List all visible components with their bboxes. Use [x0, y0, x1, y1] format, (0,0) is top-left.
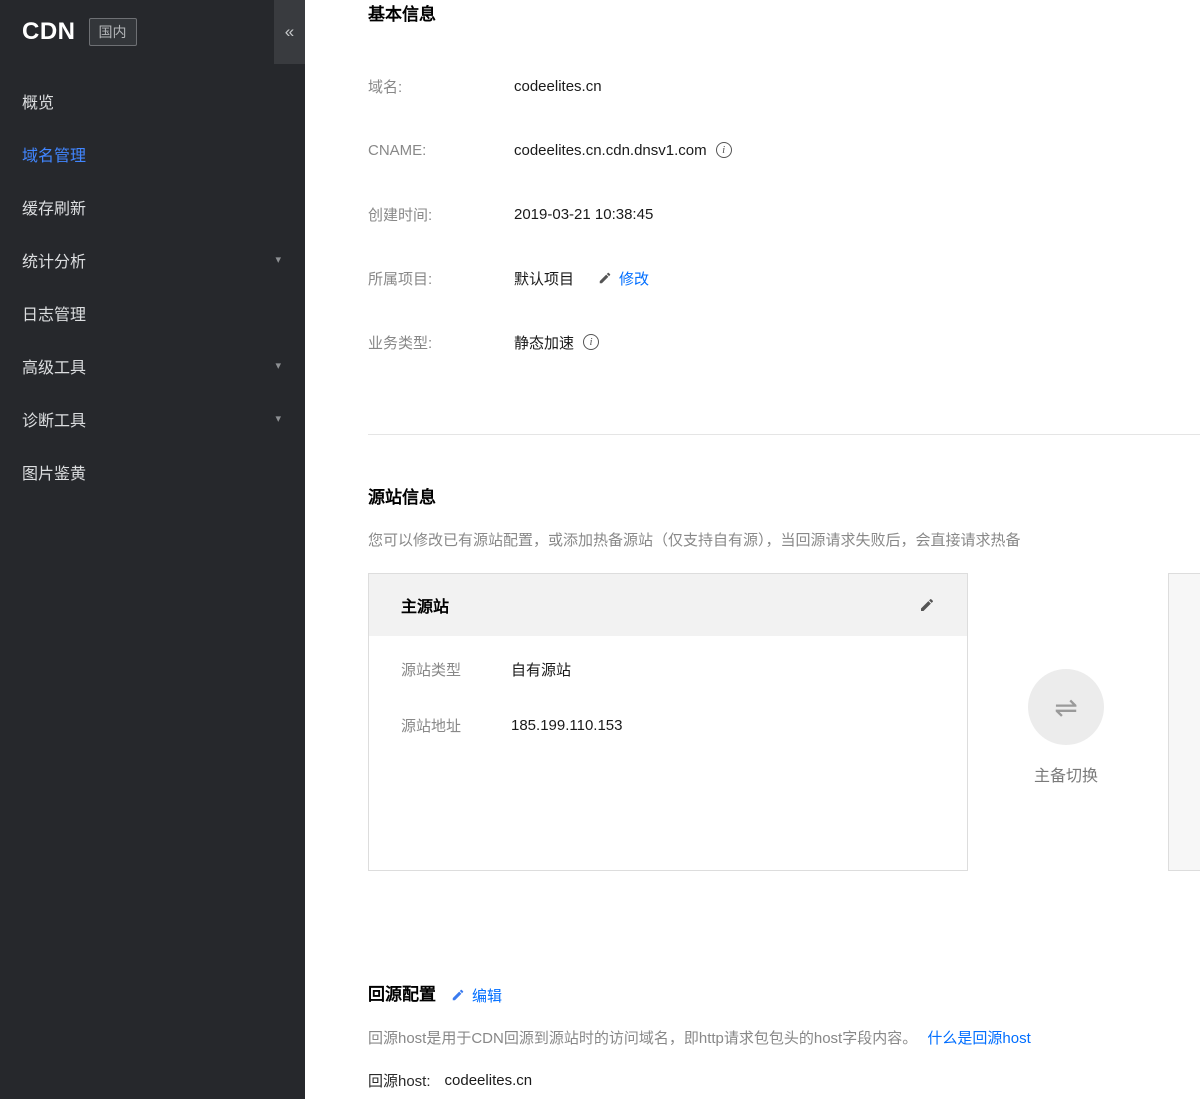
- back-origin-header: 回源配置 编辑: [368, 983, 1200, 1007]
- sidebar-collapse-button[interactable]: «: [274, 0, 305, 64]
- created-label: 创建时间:: [368, 204, 514, 225]
- field-row-project: 所属项目: 默认项目 修改: [368, 246, 1200, 310]
- type-value: 静态加速 i: [514, 332, 599, 353]
- primary-origin-card-header: 主源站: [369, 574, 967, 636]
- origin-type-value: 自有源站: [511, 659, 571, 680]
- created-value: 2019-03-21 10:38:45: [514, 206, 653, 223]
- origin-info-title: 源站信息: [368, 486, 1200, 510]
- chevron-down-icon: ▾: [275, 359, 281, 372]
- origin-info-description: 您可以修改已有源站配置，或添加热备源站（仅支持自有源），当回源请求失败后，会直接…: [368, 531, 1200, 551]
- cname-text: codeelites.cn.cdn.dnsv1.com: [514, 142, 707, 159]
- edit-pencil-icon[interactable]: [598, 271, 612, 285]
- origin-type-row: 源站类型 自有源站: [401, 641, 935, 697]
- chevron-down-icon: ▾: [275, 412, 281, 425]
- back-origin-host-row: 回源host: codeelites.cn: [368, 1070, 1200, 1091]
- main-content: 基本信息 域名: codeelites.cn CNAME: codeelites…: [305, 0, 1200, 1091]
- project-modify-link[interactable]: 修改: [619, 268, 649, 289]
- project-edit-group: 修改: [598, 268, 649, 289]
- back-origin-title: 回源配置: [368, 983, 436, 1007]
- primary-origin-title: 主源站: [401, 593, 449, 617]
- sidebar-item-overview[interactable]: 概览: [0, 74, 305, 127]
- project-label: 所属项目:: [368, 268, 514, 289]
- sidebar-item-label: 诊断工具: [22, 407, 86, 431]
- primary-origin-card: 主源站 源站类型 自有源站 源站地址 185.199.110.153: [368, 573, 968, 871]
- chevron-down-icon: ▾: [275, 253, 281, 266]
- primary-backup-switch: ⇌ 主备切换: [1018, 573, 1114, 786]
- sidebar-item-label: 统计分析: [22, 248, 86, 272]
- sidebar-item-diagnostic-tools[interactable]: 诊断工具 ▾: [0, 392, 305, 445]
- sidebar-item-label: 图片鉴黄: [22, 460, 86, 484]
- field-row-cname: CNAME: codeelites.cn.cdn.dnsv1.com i: [368, 118, 1200, 182]
- info-icon[interactable]: i: [716, 142, 732, 158]
- origin-address-row: 源站地址 185.199.110.153: [401, 697, 935, 753]
- origin-type-label: 源站类型: [401, 659, 511, 680]
- back-origin-edit-link[interactable]: 编辑: [472, 985, 502, 1006]
- back-origin-description: 回源host是用于CDN回源到源站时的访问域名，即http请求包包头的host字…: [368, 1029, 1200, 1049]
- sidebar-item-label: 概览: [22, 89, 54, 113]
- domain-label: 域名:: [368, 76, 514, 97]
- origin-address-value: 185.199.110.153: [511, 717, 623, 734]
- sidebar-menu: 概览 域名管理 缓存刷新 统计分析 ▾ 日志管理 高级工具 ▾ 诊断工具 ▾ 图…: [0, 64, 305, 498]
- host-value: codeelites.cn: [445, 1072, 533, 1089]
- swap-arrows-icon[interactable]: ⇌: [1028, 669, 1104, 745]
- host-label: 回源host:: [368, 1070, 431, 1091]
- sidebar-item-cache-refresh[interactable]: 缓存刷新: [0, 180, 305, 233]
- switch-label: 主备切换: [1034, 762, 1098, 786]
- sidebar-item-label: 高级工具: [22, 354, 86, 378]
- type-text: 静态加速: [514, 332, 574, 353]
- sidebar-item-advanced-tools[interactable]: 高级工具 ▾: [0, 339, 305, 392]
- sidebar: CDN 国内 « 概览 域名管理 缓存刷新 统计分析 ▾ 日志管理 高级工具 ▾…: [0, 0, 305, 1099]
- sidebar-item-log-management[interactable]: 日志管理: [0, 286, 305, 339]
- origin-address-label: 源站地址: [401, 715, 511, 736]
- basic-info-title: 基本信息: [368, 3, 1200, 27]
- backup-origin-card: [1168, 573, 1200, 871]
- back-origin-description-text: 回源host是用于CDN回源到源站时的访问域名，即http请求包包头的host字…: [368, 1030, 917, 1047]
- project-value: 默认项目 修改: [514, 268, 649, 289]
- section-divider: [368, 434, 1200, 435]
- field-row-created: 创建时间: 2019-03-21 10:38:45: [368, 182, 1200, 246]
- sidebar-item-label: 缓存刷新: [22, 195, 86, 219]
- origin-cards-row: 主源站 源站类型 自有源站 源站地址 185.199.110.153 ⇌ 主备切…: [368, 573, 1200, 871]
- project-text: 默认项目: [514, 268, 574, 289]
- domain-value: codeelites.cn: [514, 78, 602, 95]
- cdn-logo: CDN: [22, 18, 76, 46]
- sidebar-header: CDN 国内 «: [0, 0, 305, 64]
- edit-pencil-icon[interactable]: [451, 988, 465, 1002]
- sidebar-item-label: 日志管理: [22, 301, 86, 325]
- sidebar-item-image-moderation[interactable]: 图片鉴黄: [0, 445, 305, 498]
- edit-pencil-icon[interactable]: [919, 597, 935, 613]
- field-row-type: 业务类型: 静态加速 i: [368, 310, 1200, 374]
- basic-info-fields: 域名: codeelites.cn CNAME: codeelites.cn.c…: [368, 54, 1200, 374]
- type-label: 业务类型:: [368, 332, 514, 353]
- sidebar-item-statistics[interactable]: 统计分析 ▾: [0, 233, 305, 286]
- region-badge: 国内: [89, 18, 137, 46]
- sidebar-item-domain-management[interactable]: 域名管理: [0, 127, 305, 180]
- field-row-domain: 域名: codeelites.cn: [368, 54, 1200, 118]
- cname-value: codeelites.cn.cdn.dnsv1.com i: [514, 142, 732, 159]
- primary-origin-card-body: 源站类型 自有源站 源站地址 185.199.110.153: [369, 636, 967, 753]
- sidebar-item-label: 域名管理: [22, 142, 86, 166]
- what-is-back-origin-host-link[interactable]: 什么是回源host: [927, 1030, 1030, 1047]
- info-icon[interactable]: i: [583, 334, 599, 350]
- cname-label: CNAME:: [368, 142, 514, 159]
